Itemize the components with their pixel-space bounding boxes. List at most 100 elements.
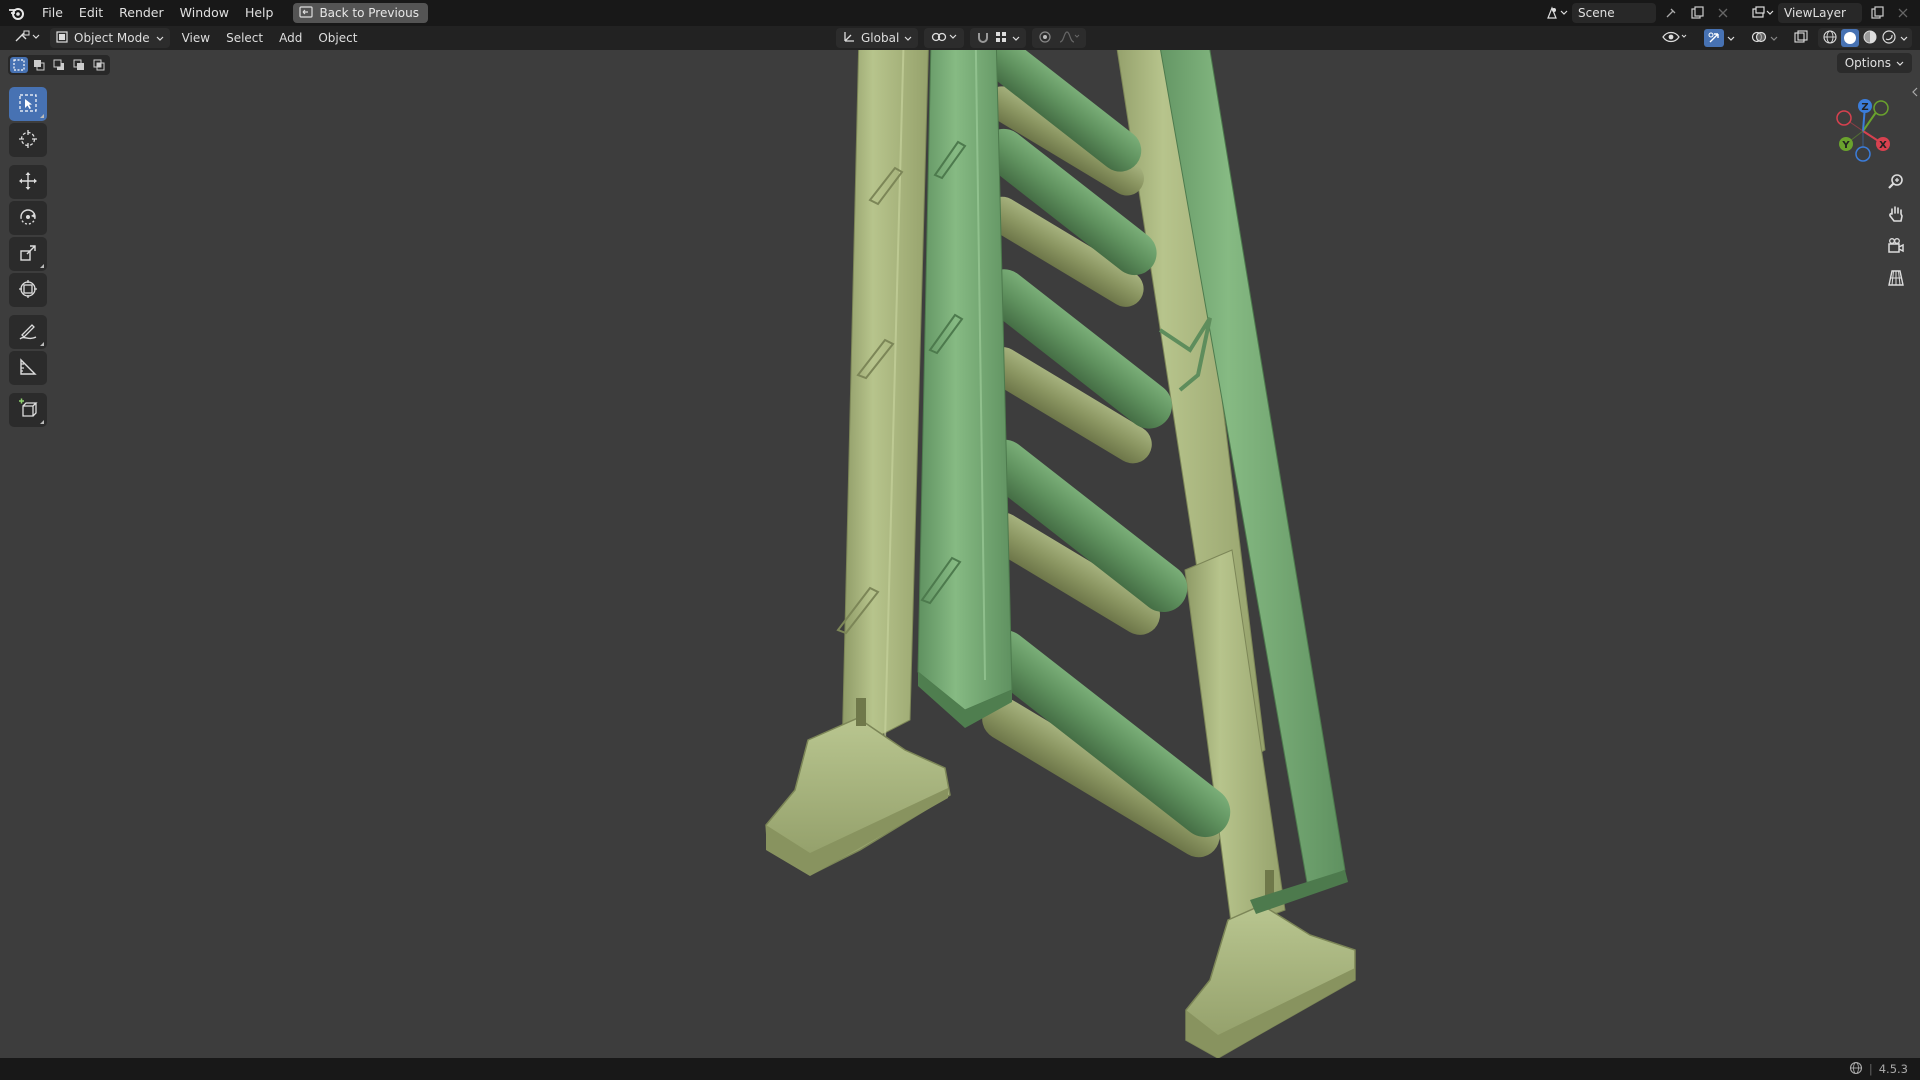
menu-file[interactable]: File — [34, 0, 71, 26]
shading-mode-group[interactable] — [1818, 28, 1912, 48]
add-menu[interactable]: Add — [273, 28, 308, 48]
transform-orientation-dropdown[interactable]: Global — [836, 28, 919, 48]
select-box-icon — [18, 93, 38, 116]
measure-tool[interactable] — [9, 351, 47, 385]
blender-logo-icon[interactable] — [0, 0, 34, 26]
chevron-down-icon — [156, 31, 164, 45]
navigation-gizmo[interactable]: X Y Z — [1828, 96, 1898, 166]
new-view-layer-icon[interactable] — [1866, 3, 1888, 23]
back-to-previous-button[interactable]: Back to Previous — [293, 3, 428, 23]
move-arrows-icon — [18, 171, 38, 194]
object-mode-icon — [56, 30, 68, 46]
select-intersect-icon[interactable] — [90, 57, 108, 73]
scene-name: Scene — [1578, 6, 1615, 20]
ladder-model[interactable] — [0, 50, 1920, 1058]
rendered-shading-icon[interactable] — [1881, 29, 1897, 48]
falloff-curve-icon — [1058, 30, 1080, 47]
editor-type-button[interactable] — [8, 28, 46, 48]
sidebar-toggle-chevron-icon[interactable] — [1910, 82, 1920, 102]
scale-icon — [18, 243, 38, 266]
move-tool[interactable] — [9, 165, 47, 199]
network-globe-icon[interactable] — [1849, 1061, 1863, 1078]
new-scene-icon[interactable] — [1686, 3, 1708, 23]
chevron-down-icon — [1012, 31, 1020, 45]
hand-icon — [1887, 205, 1905, 226]
measure-ruler-icon — [18, 357, 38, 380]
add-cube-icon — [17, 398, 39, 423]
tool-shelf — [9, 87, 47, 429]
orientation-axes-icon — [842, 30, 856, 47]
menu-help[interactable]: Help — [237, 0, 282, 26]
gizmo-z-label: Z — [1861, 102, 1868, 113]
back-to-previous-label: Back to Previous — [319, 6, 419, 20]
select-box-tool[interactable] — [9, 87, 47, 121]
scale-tool[interactable] — [9, 237, 47, 271]
snap-increment-icon — [994, 30, 1008, 47]
solid-shading-icon[interactable] — [1841, 29, 1859, 47]
gizmo-x-label: X — [1879, 140, 1887, 151]
select-invert-icon[interactable] — [70, 57, 88, 73]
rotate-icon — [18, 207, 38, 230]
scene-selector-icon[interactable] — [1546, 3, 1568, 23]
pin-scene-icon[interactable] — [1660, 3, 1682, 23]
material-shading-icon[interactable] — [1862, 29, 1878, 48]
delete-view-layer-icon[interactable] — [1892, 3, 1914, 23]
eye-icon — [1662, 30, 1688, 47]
cursor-tool[interactable] — [9, 123, 47, 157]
pan-view-button[interactable] — [1882, 202, 1910, 228]
view-layer-selector-icon[interactable] — [1752, 3, 1774, 23]
menu-render[interactable]: Render — [111, 0, 172, 26]
gizmos-toggle[interactable] — [1698, 28, 1741, 48]
proportional-editing-group[interactable] — [1032, 28, 1087, 48]
transform-tools-group: Global — [836, 28, 1087, 48]
zoom-view-button[interactable] — [1882, 170, 1910, 196]
annotate-tool[interactable] — [9, 315, 47, 349]
camera-view-button[interactable] — [1882, 234, 1910, 260]
overlays-toggle[interactable] — [1745, 28, 1784, 48]
xray-toggle[interactable] — [1788, 28, 1814, 48]
menu-edit[interactable]: Edit — [71, 0, 111, 26]
chevron-down-icon — [904, 31, 912, 45]
transform-tool[interactable] — [9, 273, 47, 307]
scene-name-field[interactable]: Scene — [1572, 3, 1656, 23]
rotate-tool[interactable] — [9, 201, 47, 235]
top-menu-bar: File Edit Render Window Help Back to Pre… — [0, 0, 1920, 26]
zoom-magnifier-icon — [1887, 173, 1905, 194]
navigation-buttons — [1882, 170, 1910, 292]
proportional-editing-icon — [1038, 30, 1052, 47]
view-menu[interactable]: View — [176, 28, 216, 48]
visibility-dropdown[interactable] — [1656, 28, 1694, 48]
selection-mode-buttons — [8, 55, 110, 75]
transform-icon — [18, 279, 38, 302]
grid-perspective-icon — [1887, 269, 1905, 290]
select-new-icon[interactable] — [10, 57, 28, 73]
3d-viewport[interactable]: Options X Y Z — [0, 50, 1920, 1058]
gizmo-icon — [1704, 29, 1724, 47]
pivot-point-dropdown[interactable] — [924, 28, 965, 48]
blender-version: 4.5.3 — [1878, 1062, 1908, 1076]
select-subtract-icon[interactable] — [50, 57, 68, 73]
perspective-toggle-button[interactable] — [1882, 266, 1910, 292]
object-menu[interactable]: Object — [312, 28, 363, 48]
snapping-group[interactable] — [970, 28, 1027, 48]
chevron-down-icon — [1896, 56, 1904, 70]
xray-icon — [1794, 29, 1808, 47]
cursor-icon — [18, 129, 38, 152]
topbar-right-group: Scene ViewLayer — [1546, 0, 1920, 26]
delete-scene-icon[interactable] — [1712, 3, 1734, 23]
select-menu[interactable]: Select — [220, 28, 269, 48]
object-mode-dropdown[interactable]: Object Mode — [50, 28, 170, 48]
gizmo-y-label: Y — [1841, 140, 1850, 151]
wireframe-shading-icon[interactable] — [1822, 29, 1838, 48]
status-bar: | 4.5.3 — [0, 1058, 1920, 1080]
options-dropdown[interactable]: Options — [1836, 53, 1912, 73]
annotate-pencil-icon — [18, 321, 38, 344]
add-cube-tool[interactable] — [9, 393, 47, 427]
select-extend-icon[interactable] — [30, 57, 48, 73]
chevron-down-icon — [1770, 31, 1778, 45]
view-layer-name-field[interactable]: ViewLayer — [1778, 3, 1862, 23]
overlays-icon — [1751, 30, 1767, 47]
menu-window[interactable]: Window — [172, 0, 237, 26]
camera-icon — [1887, 237, 1905, 258]
back-icon — [299, 5, 314, 21]
